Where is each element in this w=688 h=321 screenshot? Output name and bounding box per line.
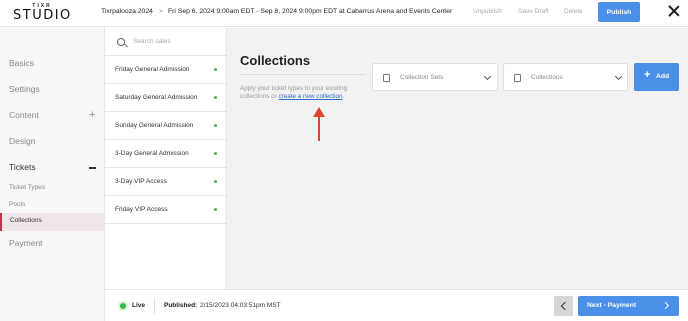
nav-tickets[interactable]: Tickets: [9, 162, 36, 172]
collections-main-panel: Collections Apply your ticket types to y…: [227, 28, 688, 289]
save-draft-button[interactable]: Save Draft: [518, 8, 549, 15]
tixr-studio-logo[interactable]: TIXR STUDIO: [13, 3, 71, 22]
search-sales-placeholder: Search sales: [133, 38, 171, 45]
sale-item[interactable]: Sunday General Admission: [105, 112, 226, 140]
sale-item-label: Sunday General Admission: [115, 122, 194, 129]
collection-sets-select[interactable]: Collection Sets: [372, 63, 498, 91]
nav-payment[interactable]: Payment: [9, 238, 43, 248]
page-title: Collections: [240, 53, 311, 68]
live-status-label: Live: [132, 302, 146, 309]
sale-item[interactable]: 3-Day General Admission: [105, 140, 226, 168]
help-text: Apply your ticket types to your existing…: [240, 85, 348, 100]
search-icon: [117, 38, 125, 46]
sale-item[interactable]: 3-Day VIP Access: [105, 168, 226, 196]
search-sales-field[interactable]: Search sales: [105, 28, 226, 56]
breadcrumb-separator: >: [159, 8, 163, 15]
plus-icon: +: [644, 69, 651, 81]
sale-item-label: Friday VIP Access: [115, 206, 168, 213]
nav-collections-label: Collections: [10, 217, 42, 224]
create-collection-link[interactable]: create a new collection: [279, 93, 343, 100]
nav-settings[interactable]: Settings: [9, 84, 40, 94]
next-payment-label: Next - Payment: [587, 302, 637, 309]
add-label: Add: [656, 73, 670, 80]
previous-button[interactable]: [554, 296, 573, 316]
left-nav: Basics Settings Content + Design Tickets…: [0, 28, 105, 321]
chevron-down-icon: [614, 72, 623, 81]
nav-pools[interactable]: Pools: [9, 201, 25, 208]
sale-item-label: 3-Day VIP Access: [115, 178, 167, 185]
event-name[interactable]: Tixrpalooza 2024: [101, 8, 153, 15]
active-status-dot: [214, 180, 217, 183]
nav-basics[interactable]: Basics: [9, 58, 34, 68]
sale-item[interactable]: Saturday General Admission: [105, 84, 226, 112]
footer-bar: Live Published: 2/15/2023 04:03:51pm MST…: [105, 289, 688, 321]
sale-item-label: Saturday General Admission: [115, 94, 198, 101]
sale-item-label: Friday General Admission: [115, 66, 190, 73]
active-status-dot: [214, 152, 217, 155]
active-status-dot: [214, 124, 217, 127]
copy-icon: [383, 74, 390, 82]
expand-plus-icon[interactable]: +: [89, 110, 95, 121]
sales-list-panel: Search sales Friday General Admission Sa…: [105, 28, 227, 289]
chevron-down-icon: [483, 72, 492, 81]
collapse-minus-icon[interactable]: [89, 167, 96, 169]
published-timestamp: 2/15/2023 04:03:51pm MST: [200, 302, 281, 309]
next-payment-button[interactable]: Next - Payment: [578, 296, 679, 316]
sale-item-label: 3-Day General Admission: [115, 150, 189, 157]
annotation-arrow-shaft: [318, 116, 320, 141]
sale-item[interactable]: Friday VIP Access: [105, 196, 226, 224]
published-label: Published:: [164, 302, 198, 309]
active-status-dot: [214, 68, 217, 71]
collections-label: Collections: [531, 74, 563, 81]
active-status-dot: [214, 96, 217, 99]
collections-select[interactable]: Collections: [503, 63, 628, 91]
publish-button[interactable]: Publish: [598, 2, 640, 22]
chevron-right-icon: [661, 301, 670, 310]
footer-divider: [154, 298, 155, 314]
title-divider: [240, 74, 366, 75]
close-icon[interactable]: [668, 5, 680, 17]
top-header: TIXR STUDIO Tixrpalooza 2024 > Fri Sep 6…: [0, 0, 688, 27]
sale-item[interactable]: Friday General Admission: [105, 56, 226, 84]
delete-button[interactable]: Delete: [564, 8, 583, 15]
add-button[interactable]: + Add: [634, 63, 679, 91]
nav-design[interactable]: Design: [9, 136, 35, 146]
event-dates: Fri Sep 6, 2024 9:00am EDT - Sep 8, 2024…: [168, 8, 453, 15]
clipboard-icon: [514, 74, 521, 82]
active-status-dot: [214, 208, 217, 211]
collection-sets-label: Collection Sets: [400, 74, 444, 81]
live-status-dot: [120, 303, 126, 309]
nav-collections[interactable]: Collections: [0, 213, 104, 231]
unpublish-button[interactable]: Unpublish: [473, 8, 502, 15]
nav-ticket-types[interactable]: Ticket Types: [9, 184, 45, 191]
nav-content[interactable]: Content: [9, 110, 39, 120]
